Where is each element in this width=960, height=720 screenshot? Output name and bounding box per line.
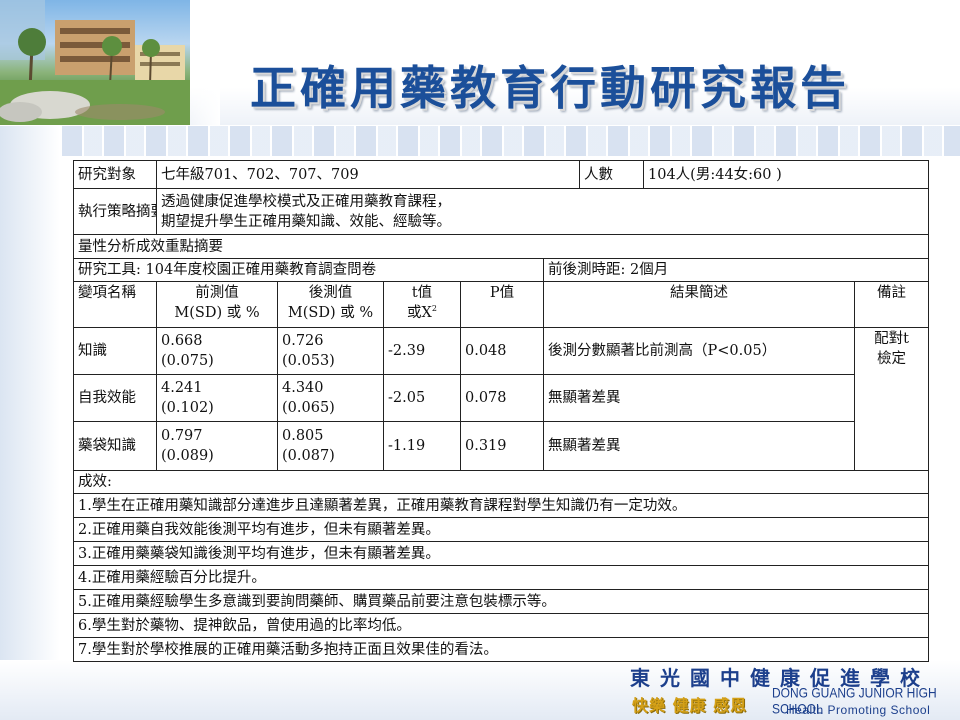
slide-title: 正確用藥教育行動研究報告 — [250, 61, 850, 115]
remark-line-1: 配對t — [874, 331, 909, 347]
stripe-decor-bar — [60, 126, 960, 156]
header-remark: 備註 — [854, 281, 929, 328]
report-table: 研究對象 七年級701、702、707、709 人數 104人(男:44女:60… — [73, 160, 929, 662]
research-tool: 研究工具: 104年度校園正確用藥教育調查問卷 — [73, 258, 544, 282]
row-pre: 0.797 (0.089) — [156, 421, 278, 471]
remark-cell: 配對t 檢定 — [854, 327, 929, 471]
post-mean: 0.726 — [282, 333, 324, 349]
post-sd: (0.053) — [282, 353, 335, 369]
row-result: 後測分數顯著比前測高（P<0.05） — [543, 327, 855, 375]
outcome-item: 7.學生對於學校推展的正確用藥活動多抱持正面且效果佳的看法。 — [73, 637, 929, 662]
row-post: 0.805 (0.087) — [277, 421, 384, 471]
pre-mean: 4.241 — [161, 380, 203, 396]
strategy-text: 透過健康促進學校模式及正確用藥教育課程， 期望提升學生正確用藥知識、效能、經驗等… — [156, 188, 929, 235]
footer-motto: 快樂 健康 感恩 — [632, 696, 748, 715]
row-t: -2.05 — [383, 374, 461, 422]
row-p: 0.048 — [460, 327, 544, 375]
strategy-label: 執行策略摘要 — [73, 188, 157, 235]
strategy-line-1: 透過健康促進學校模式及正確用藥教育課程， — [161, 193, 451, 210]
header-p: P值 — [460, 281, 544, 328]
pre-mean: 0.797 — [161, 428, 203, 444]
header-t-line-1: t值 — [411, 285, 433, 301]
outcome-item: 5.正確用藥經驗學生多意識到要詢問藥師、購買藥品前要注意包裝標示等。 — [73, 589, 929, 614]
row-variable: 藥袋知識 — [73, 421, 157, 471]
post-sd: (0.065) — [282, 400, 335, 416]
row-variable: 知識 — [73, 327, 157, 375]
header-result: 結果簡述 — [543, 281, 855, 328]
row-t: -1.19 — [383, 421, 461, 471]
tool-row: 研究工具: 104年度校園正確用藥教育調查問卷 前後測時距: 2個月 — [73, 258, 929, 282]
data-row-self-efficacy: 自我效能 4.241 (0.102) 4.340 (0.065) -2.05 0.0… — [73, 374, 929, 422]
outcome-row: 6.學生對於藥物、提神飲品，曾使用過的比率均低。 — [73, 613, 929, 638]
row-p: 0.078 — [460, 374, 544, 422]
header-t: t值 或X2 — [383, 281, 461, 328]
pre-sd: (0.102) — [161, 400, 214, 416]
header-t-chi: 或X — [407, 305, 432, 321]
quant-summary: 量性分析成效重點摘要 — [73, 234, 929, 259]
header-pre-line-1: 前測值 — [195, 285, 239, 301]
outcome-item: 1.學生在正確用藥知識部分達進步且達顯著差異，正確用藥教育課程對學生知識仍有一定… — [73, 493, 929, 518]
pre-mean: 0.668 — [161, 333, 203, 349]
subject-label: 研究對象 — [73, 160, 157, 189]
row-result: 無顯著差異 — [543, 374, 855, 422]
header-pre: 前測值 M(SD) 或 % — [156, 281, 278, 328]
outcome-item: 4.正確用藥經驗百分比提升。 — [73, 565, 929, 590]
outcome-item: 3.正確用藥藥袋知識後測平均有進步，但未有顯著差異。 — [73, 541, 929, 566]
outcomes-label: 成效: — [73, 470, 929, 494]
outcome-item: 2.正確用藥自我效能後測平均有進步，但未有顯著差異。 — [73, 517, 929, 542]
header-variable: 變項名稱 — [73, 281, 157, 328]
data-row-bag-knowledge: 藥袋知識 0.797 (0.089) 0.805 (0.087) -1.19 0.3… — [73, 421, 929, 471]
outcome-row: 2.正確用藥自我效能後測平均有進步，但未有顯著差異。 — [73, 517, 929, 542]
row-pre: 4.241 (0.102) — [156, 374, 278, 422]
row-t: -2.39 — [383, 327, 461, 375]
pre-sd: (0.089) — [161, 448, 214, 464]
count-label: 人數 — [579, 160, 644, 189]
row-post: 0.726 (0.053) — [277, 327, 384, 375]
header-t-line-2: 或X2 — [388, 303, 456, 323]
post-sd: (0.087) — [282, 448, 335, 464]
outcome-row: 1.學生在正確用藥知識部分達進步且達顯著差異，正確用藥教育課程對學生知識仍有一定… — [73, 493, 929, 518]
header-post-line-1: 後測值 — [308, 285, 353, 301]
strategy-row: 執行策略摘要 透過健康促進學校模式及正確用藥教育課程， 期望提升學生正確用藥知識… — [73, 188, 929, 235]
subject-row: 研究對象 七年級701、702、707、709 人數 104人(男:44女:60… — [73, 160, 929, 189]
header-pre-line-2: M(SD) 或 % — [174, 305, 260, 321]
row-result: 無顯著差異 — [543, 421, 855, 471]
subject-value: 七年級701、702、707、709 — [156, 160, 580, 189]
row-p: 0.319 — [460, 421, 544, 471]
post-mean: 4.340 — [282, 380, 324, 396]
data-row-knowledge: 知識 0.668 (0.075) 0.726 (0.053) -2.39 0.048… — [73, 327, 929, 471]
school-campus-photo — [0, 0, 190, 125]
row-pre: 0.668 (0.075) — [156, 327, 278, 375]
quant-summary-row: 量性分析成效重點摘要 — [73, 234, 929, 259]
outcome-row: 3.正確用藥藥袋知識後測平均有進步，但未有顯著差異。 — [73, 541, 929, 566]
header-post: 後測值 M(SD) 或 % — [277, 281, 384, 328]
outcome-row: 4.正確用藥經驗百分比提升。 — [73, 565, 929, 590]
count-value: 104人(男:44女:60 ) — [643, 160, 929, 189]
strategy-line-2: 期望提升學生正確用藥知識、效能、經驗等。 — [161, 213, 451, 230]
test-interval: 前後測時距: 2個月 — [543, 258, 929, 282]
left-decor-bar — [0, 126, 60, 720]
outcomes-label-row: 成效: — [73, 470, 929, 494]
remark-line-2: 檢定 — [877, 351, 906, 367]
outcome-item: 6.學生對於藥物、提神飲品，曾使用過的比率均低。 — [73, 613, 929, 638]
header-t-sup: 2 — [431, 304, 437, 314]
outcome-row: 5.正確用藥經驗學生多意識到要詢問藥師、購買藥品前要注意包裝標示等。 — [73, 589, 929, 614]
row-variable: 自我效能 — [73, 374, 157, 422]
row-post: 4.340 (0.065) — [277, 374, 384, 422]
footer-program-en: Health Promoting School — [786, 703, 931, 717]
outcome-row: 7.學生對於學校推展的正確用藥活動多抱持正面且效果佳的看法。 — [73, 637, 929, 662]
post-mean: 0.805 — [282, 428, 324, 444]
pre-sd: (0.075) — [161, 353, 214, 369]
header-post-line-2: M(SD) 或 % — [287, 305, 374, 321]
header-row: 變項名稱 前測值 M(SD) 或 % 後測值 M(SD) 或 % t值 或X2 … — [73, 281, 929, 328]
